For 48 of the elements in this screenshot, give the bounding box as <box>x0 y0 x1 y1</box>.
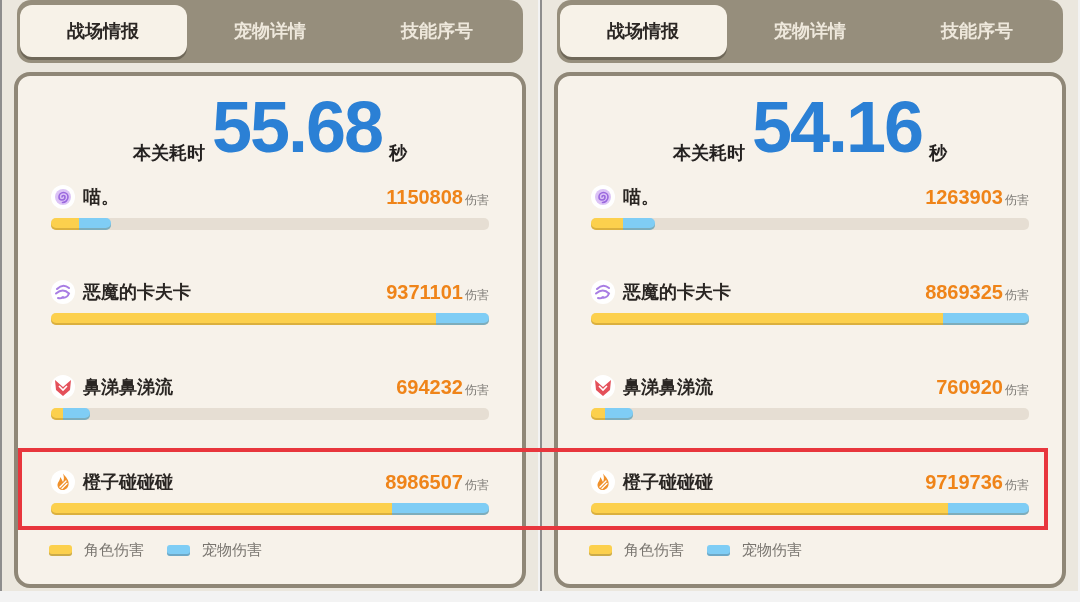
damage-value: 1150808 <box>386 185 463 209</box>
player-name: 橙子碰碰碰 <box>83 470 174 494</box>
tab[interactable]: 战场情报 <box>20 5 187 57</box>
damage-unit: 伤害 <box>465 192 489 208</box>
damage-value: 8986507 <box>385 470 463 494</box>
tab[interactable]: 宠物详情 <box>726 5 894 57</box>
swirl-icon <box>51 280 75 304</box>
emblem-icon <box>591 375 615 399</box>
elapsed-time: 55.68 <box>211 91 383 163</box>
spiral-icon <box>51 185 75 209</box>
damage-unit: 伤害 <box>465 287 489 303</box>
player-name: 橙子碰碰碰 <box>623 470 714 494</box>
player-name: 恶魔的卡夫卡 <box>83 280 192 304</box>
player-name: 鼻涕鼻涕流 <box>83 375 174 399</box>
damage-value: 9371101 <box>386 280 463 304</box>
tab[interactable]: 战场情报 <box>560 5 727 57</box>
emblem-icon <box>51 375 75 399</box>
damage-value: 1263903 <box>925 185 1003 209</box>
time-unit: 秒 <box>929 143 948 163</box>
tab[interactable]: 技能序号 <box>893 5 1060 57</box>
damage-value: 9719736 <box>925 470 1003 494</box>
elapsed-time: 54.16 <box>751 91 923 163</box>
spiral-icon <box>591 185 615 209</box>
damage-value: 8869325 <box>925 280 1003 304</box>
legend-label: 角色伤害 <box>624 541 684 559</box>
swirl-icon <box>591 280 615 304</box>
damage-unit: 伤害 <box>1005 287 1029 303</box>
tab[interactable]: 宠物详情 <box>186 5 354 57</box>
damage-value: 760920 <box>936 375 1003 399</box>
legend-label: 宠物伤害 <box>742 541 802 559</box>
damage-unit: 伤害 <box>465 477 489 493</box>
damage-unit: 伤害 <box>465 382 489 398</box>
legend-label: 角色伤害 <box>84 541 144 559</box>
player-name: 恶魔的卡夫卡 <box>623 280 732 304</box>
time-label: 本关耗时 <box>132 143 205 163</box>
damage-unit: 伤害 <box>1005 477 1029 493</box>
player-name: 喵。 <box>623 185 660 209</box>
damage-unit: 伤害 <box>1005 192 1029 208</box>
player-name: 鼻涕鼻涕流 <box>623 375 714 399</box>
player-name: 喵。 <box>83 185 120 209</box>
flame-icon <box>51 470 75 494</box>
legend-label: 宠物伤害 <box>202 541 262 559</box>
time-label: 本关耗时 <box>672 143 745 163</box>
damage-value: 694232 <box>396 375 463 399</box>
flame-icon <box>591 470 615 494</box>
time-unit: 秒 <box>389 143 408 163</box>
damage-unit: 伤害 <box>1005 382 1029 398</box>
tab[interactable]: 技能序号 <box>353 5 520 57</box>
